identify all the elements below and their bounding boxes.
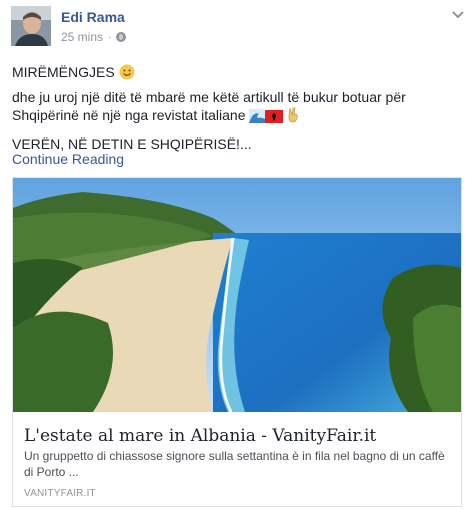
beach-image[interactable] — [13, 178, 461, 412]
meta-separator: · — [108, 31, 112, 43]
post-header: Edi Rama 25 mins · — [11, 6, 466, 50]
globe-icon[interactable] — [116, 32, 127, 42]
avatar[interactable] — [11, 6, 51, 46]
link-source: VANITYFAIR.IT — [24, 488, 96, 499]
wave-emoji — [249, 109, 266, 127]
timestamp[interactable]: 25 mins — [61, 30, 103, 44]
victory-hand-emoji — [287, 107, 299, 127]
post-line-wish: dhe ju uroj një ditë të mbarë me këtë ar… — [12, 88, 452, 127]
continue-reading-link[interactable]: Continue Reading — [12, 151, 124, 167]
albania-flag-emoji — [265, 109, 284, 127]
author-name[interactable]: Edi Rama — [61, 9, 125, 25]
post-line-greeting: MIRËMËNGJES — [12, 63, 135, 84]
link-title[interactable]: L'estate al mare in Albania - VanityFair… — [24, 426, 376, 446]
wish-text: dhe ju uroj një ditë të mbarë me këtë ar… — [12, 89, 406, 123]
smiling-face-emoji — [119, 64, 135, 84]
post-meta: 25 mins · — [61, 30, 127, 44]
greeting-text: MIRËMËNGJES — [12, 64, 115, 80]
link-preview-card[interactable]: L'estate al mare in Albania - VanityFair… — [12, 177, 462, 507]
chevron-down-icon[interactable] — [450, 8, 466, 22]
link-description: Un gruppetto di chiassose signore sulla … — [24, 449, 445, 479]
